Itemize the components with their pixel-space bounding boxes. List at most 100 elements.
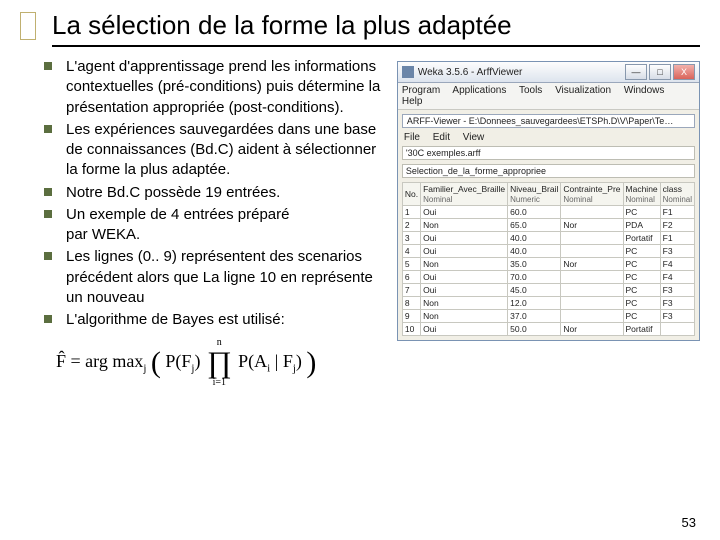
bullet-item: Un exemple de 4 entrées préparé par WEKA… [44,205,296,246]
weka-menu-main[interactable]: Program Applications Tools Visualization… [398,83,699,110]
table-row[interactable]: 1Oui60.0 PCF1 [402,206,694,219]
slide-title: La sélection de la forme la plus adaptée [52,10,700,47]
window-close-button[interactable]: X [673,64,695,80]
table-cell: Oui [421,271,508,284]
weka-filename-field[interactable]: '30C exemples.arff [402,146,695,160]
table-cell: 3 [402,232,420,245]
bullet-item: Notre Bd.C possède 19 entrées. [44,183,391,203]
table-cell: PDA [623,219,660,232]
table-cell: Nor [561,323,623,336]
table-row[interactable]: 8Non12.0 PCF3 [402,297,694,310]
table-cell: F3 [660,297,694,310]
table-cell: Non [421,219,508,232]
table-row[interactable]: 5Non35.0NorPCF4 [402,258,694,271]
table-cell: Oui [421,323,508,336]
table-cell: 70.0 [508,271,561,284]
decorative-corner [20,12,36,40]
table-cell [561,310,623,323]
table-cell: 9 [402,310,420,323]
table-row[interactable]: 6Oui70.0 PCF4 [402,271,694,284]
table-cell: F1 [660,232,694,245]
table-cell: PC [623,297,660,310]
table-cell: 40.0 [508,245,561,258]
table-cell: 7 [402,284,420,297]
table-cell: 2 [402,219,420,232]
table-cell: Nor [561,219,623,232]
bayes-formula: F̂ = arg maxj ( P(Fj) n ∏ i=1 P(Ai | Fj)… [56,338,391,388]
table-cell: 8 [402,297,420,310]
window-minimize-button[interactable]: — [625,64,647,80]
weka-relation-tab[interactable]: Selection_de_la_forme_appropriee [402,164,695,178]
table-cell: 40.0 [508,232,561,245]
table-cell: F2 [660,219,694,232]
table-cell: Oui [421,232,508,245]
bullet-list: L'agent d'apprentissage prend les inform… [44,57,391,330]
table-cell: 10 [402,323,420,336]
table-cell [561,271,623,284]
table-cell: PC [623,271,660,284]
bullet-item: Les lignes (0.. 9) représentent des scen… [44,247,376,308]
weka-titlebar[interactable]: Weka 3.5.6 - ArffViewer — □ X [398,62,699,83]
table-cell: 65.0 [508,219,561,232]
table-cell [561,284,623,297]
table-cell [660,323,694,336]
table-header[interactable]: classNominal [660,183,694,206]
table-header[interactable]: Contrainte_PreNominal [561,183,623,206]
table-header[interactable]: MachineNominal [623,183,660,206]
table-cell: Non [421,310,508,323]
bullet-item: L'agent d'apprentissage prend les inform… [44,57,391,118]
page-number: 53 [682,515,696,530]
weka-menu-file[interactable]: File Edit View [402,131,695,144]
table-row[interactable]: 2Non65.0NorPDAF2 [402,219,694,232]
table-cell: 6 [402,271,420,284]
weka-subwindow-title: ARFF-Viewer - E:\Donnees_sauvegardees\ET… [402,114,695,128]
table-cell [561,245,623,258]
table-cell: Oui [421,245,508,258]
weka-title: Weka 3.5.6 - ArffViewer [418,67,625,78]
window-maximize-button[interactable]: □ [649,64,671,80]
table-cell: 35.0 [508,258,561,271]
bullet-item: Les expériences sauvegardées dans une ba… [44,120,391,181]
table-row[interactable]: 3Oui40.0 PortatifF1 [402,232,694,245]
table-cell [561,206,623,219]
table-cell: Oui [421,284,508,297]
table-cell: PC [623,310,660,323]
table-cell: Portatif [623,323,660,336]
table-cell: 50.0 [508,323,561,336]
table-cell: 1 [402,206,420,219]
table-cell: 45.0 [508,284,561,297]
table-cell: F3 [660,310,694,323]
table-header[interactable]: Niveau_BrailNumeric [508,183,561,206]
table-cell: F3 [660,245,694,258]
weka-window: Weka 3.5.6 - ArffViewer — □ X Program Ap… [397,61,700,341]
weka-app-icon [402,66,414,78]
table-cell: 12.0 [508,297,561,310]
table-cell: F4 [660,258,694,271]
table-cell [561,232,623,245]
table-cell: PC [623,258,660,271]
table-header[interactable]: Familier_Avec_BrailleNominal [421,183,508,206]
table-cell: Non [421,258,508,271]
weka-data-table: No.Familier_Avec_BrailleNominalNiveau_Br… [402,182,695,336]
table-cell: F1 [660,206,694,219]
table-row[interactable]: 4Oui40.0 PCF3 [402,245,694,258]
table-row[interactable]: 9Non37.0 PCF3 [402,310,694,323]
table-cell: F3 [660,284,694,297]
table-cell: Non [421,297,508,310]
table-cell: 37.0 [508,310,561,323]
table-header[interactable]: No. [402,183,420,206]
table-cell: Portatif [623,232,660,245]
table-cell: 5 [402,258,420,271]
table-row[interactable]: 10Oui50.0NorPortatif [402,323,694,336]
table-row[interactable]: 7Oui45.0 PCF3 [402,284,694,297]
table-cell: F4 [660,271,694,284]
bullet-item: L'algorithme de Bayes est utilisé: [44,310,391,330]
table-cell: PC [623,245,660,258]
table-cell: Nor [561,258,623,271]
table-cell: PC [623,206,660,219]
table-cell: Oui [421,206,508,219]
table-cell: 60.0 [508,206,561,219]
table-cell [561,297,623,310]
table-cell: 4 [402,245,420,258]
table-cell: PC [623,284,660,297]
